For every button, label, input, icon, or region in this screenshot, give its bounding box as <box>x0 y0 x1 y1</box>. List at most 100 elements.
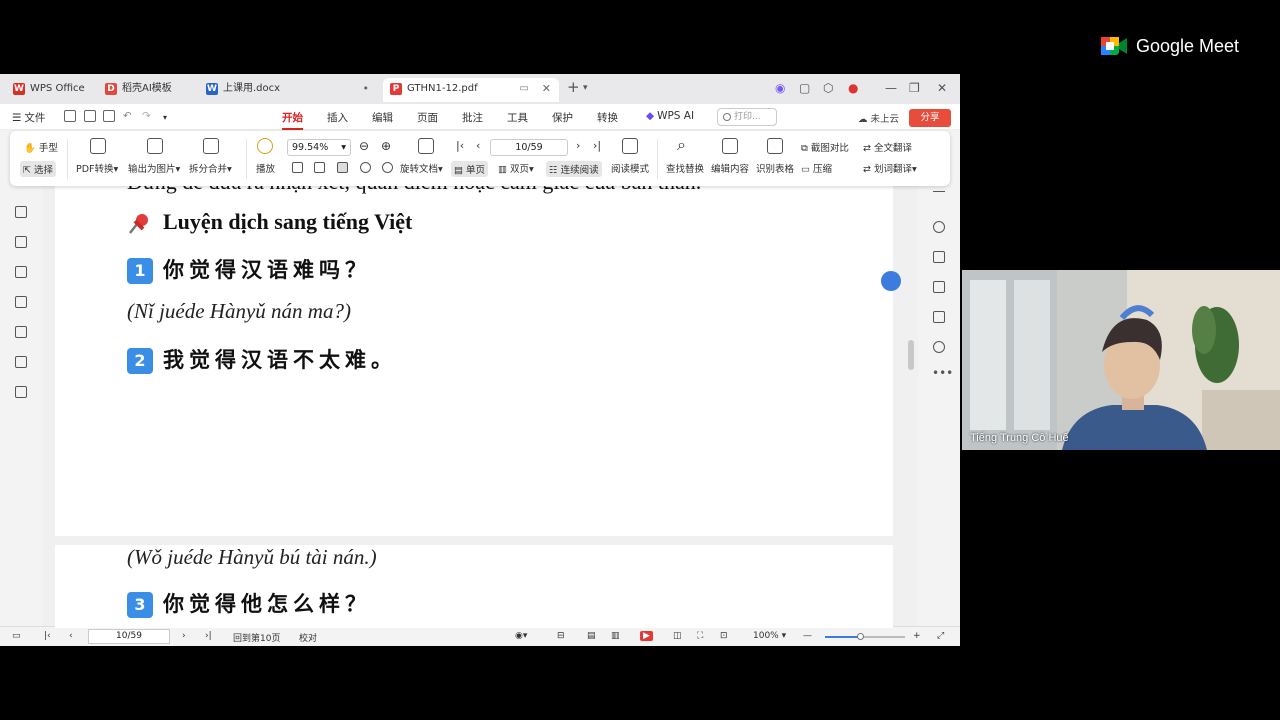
continuous-read-button[interactable]: ☷ 连续阅读 <box>546 161 602 177</box>
layers-icon[interactable] <box>15 386 27 398</box>
menu-protect[interactable]: 保护 <box>552 110 573 125</box>
save-icon[interactable] <box>84 110 96 122</box>
ai-assistant-icon[interactable]: ◉ <box>775 81 785 95</box>
first-page-icon[interactable]: |‹ <box>44 631 51 641</box>
window-layout-icon[interactable]: ▢ <box>799 81 810 95</box>
cloud-status[interactable]: ☁ 未上云 <box>858 111 899 125</box>
menu-file[interactable]: ☰ 文件 <box>12 110 45 125</box>
undo-icon[interactable]: ↶ <box>123 110 132 122</box>
open-folder-icon[interactable] <box>64 110 76 122</box>
actual-size-icon[interactable] <box>292 162 303 173</box>
attachment-icon[interactable] <box>15 326 27 338</box>
fullscreen-icon[interactable]: ⤢ <box>937 631 944 641</box>
ai-float-button[interactable] <box>881 271 901 291</box>
new-tab-icon[interactable]: + <box>567 78 580 96</box>
hand-tool-button[interactable]: ✋ 手型 <box>24 140 58 154</box>
redo-icon[interactable]: ↷ <box>142 110 151 122</box>
print-icon[interactable] <box>103 110 115 122</box>
status-page-input[interactable]: 10/59 <box>88 629 170 644</box>
recognize-table-button[interactable]: 识别表格 <box>756 161 794 175</box>
fit-page-icon[interactable] <box>314 162 325 173</box>
sidebar-toggle-icon[interactable]: ▭ <box>12 631 21 641</box>
window-close-icon[interactable]: ✕ <box>937 81 947 95</box>
more-icon[interactable]: ••• <box>932 366 953 380</box>
close-icon[interactable]: ✕ <box>542 78 551 100</box>
menu-tools[interactable]: 工具 <box>507 110 528 125</box>
export-image-button[interactable]: 输出为图片▾ <box>128 161 180 175</box>
double-page-button[interactable]: ▥ 双页▾ <box>498 161 534 175</box>
filter-icon[interactable] <box>933 281 945 293</box>
next-page-icon[interactable]: › <box>576 139 580 152</box>
outline-icon[interactable] <box>15 206 27 218</box>
zoom-in-icon[interactable]: ⊕ <box>381 139 391 153</box>
menu-edit[interactable]: 编辑 <box>372 110 393 125</box>
play-icon[interactable]: ▶ <box>640 631 653 641</box>
minimize-icon[interactable]: — <box>885 81 897 95</box>
chevron-down-icon[interactable]: ▾ <box>163 113 167 122</box>
rotate-doc-button[interactable]: 旋转文档▾ <box>400 161 443 175</box>
page-number-input[interactable]: 10/59 <box>490 139 568 156</box>
rotate-right-icon[interactable] <box>382 162 393 173</box>
cube-icon[interactable]: ⬡ <box>823 81 833 95</box>
last-page-icon[interactable]: ›| <box>205 631 212 641</box>
monitor-icon[interactable]: ▭ <box>520 78 529 100</box>
double-page-icon[interactable]: ▥ <box>611 631 620 641</box>
zoom-in-icon[interactable]: + <box>913 631 921 641</box>
share-button[interactable]: 分享 <box>909 109 951 127</box>
single-page-button[interactable]: ▤ 单页 <box>451 161 489 177</box>
prev-page-icon[interactable]: ‹ <box>476 139 480 152</box>
prev-page-icon[interactable]: ‹ <box>69 631 73 641</box>
rotate-left-icon[interactable] <box>360 162 371 173</box>
eye-icon[interactable]: ◉▾ <box>515 631 527 641</box>
read-mode-button[interactable]: 阅读模式 <box>611 161 649 175</box>
book-search-icon[interactable] <box>933 311 945 323</box>
fit-width-icon[interactable]: ⊡ <box>720 631 728 641</box>
screenshot-compare-button[interactable]: ⧉ 截图对比 <box>801 140 849 154</box>
zoom-select[interactable]: 99.54% ▾ <box>287 139 351 156</box>
zoom-slider[interactable] <box>825 633 905 640</box>
play-button[interactable]: 播放 <box>256 161 275 175</box>
full-translate-button[interactable]: ⇄ 全文翻译 <box>863 140 912 154</box>
search-icon[interactable] <box>933 221 945 233</box>
zoom-out-icon[interactable]: ⊖ <box>359 139 369 153</box>
next-page-icon[interactable]: › <box>182 631 186 641</box>
single-page-icon[interactable]: ▤ <box>587 631 596 641</box>
menu-convert[interactable]: 转换 <box>597 110 618 125</box>
fit-width-icon[interactable] <box>337 162 348 173</box>
close-dot-icon[interactable]: • <box>363 78 370 100</box>
collapse-icon[interactable] <box>933 191 945 192</box>
signature-icon[interactable] <box>15 356 27 368</box>
tab-docer[interactable]: D 稻壳AI模板 <box>98 78 192 102</box>
split-merge-button[interactable]: 拆分合并▾ <box>189 161 232 175</box>
tab-docx[interactable]: W 上课用.docx • <box>199 78 377 102</box>
bookmark-icon[interactable] <box>15 236 27 248</box>
pdf-convert-button[interactable]: PDF转换▾ <box>76 161 118 175</box>
tab-wps-office[interactable]: W WPS Office <box>6 78 92 102</box>
menu-insert[interactable]: 插入 <box>327 110 348 125</box>
thumbnail-icon[interactable] <box>15 266 27 278</box>
menu-home[interactable]: 开始 <box>282 110 303 130</box>
menu-comment[interactable]: 批注 <box>462 110 483 125</box>
comment-icon[interactable] <box>15 296 27 308</box>
zoom-out-icon[interactable]: — <box>803 631 812 641</box>
scrollbar[interactable] <box>908 340 914 370</box>
search-input[interactable]: 打印... <box>717 108 777 126</box>
edit-content-button[interactable]: 编辑内容 <box>711 161 749 175</box>
proofread-button[interactable]: 校对 <box>299 631 317 644</box>
find-replace-button[interactable]: 查找替换 <box>666 161 704 175</box>
layout-icon[interactable]: ◫ <box>673 631 682 641</box>
participant-video[interactable]: Tiếng Trung Cô Huế <box>962 270 1280 450</box>
select-tool-button[interactable]: ⇱ 选择 <box>20 161 57 177</box>
help-icon[interactable] <box>933 341 945 353</box>
menu-page[interactable]: 页面 <box>417 110 438 125</box>
word-translate-button[interactable]: ⇄ 划词翻译▾ <box>863 161 917 175</box>
avatar[interactable]: ● <box>848 81 858 95</box>
menu-wps-ai[interactable]: ◆ WPS AI <box>646 110 694 122</box>
chevron-down-icon[interactable]: ▾ <box>583 83 588 93</box>
last-page-icon[interactable]: ›| <box>593 139 601 152</box>
connect-icon[interactable] <box>933 251 945 263</box>
zoom-slider-knob[interactable] <box>857 633 864 640</box>
zoom-percent[interactable]: 100% ▾ <box>753 631 786 641</box>
compress-button[interactable]: ▭ 压缩 <box>801 161 832 175</box>
restore-icon[interactable]: ❐ <box>909 81 920 95</box>
